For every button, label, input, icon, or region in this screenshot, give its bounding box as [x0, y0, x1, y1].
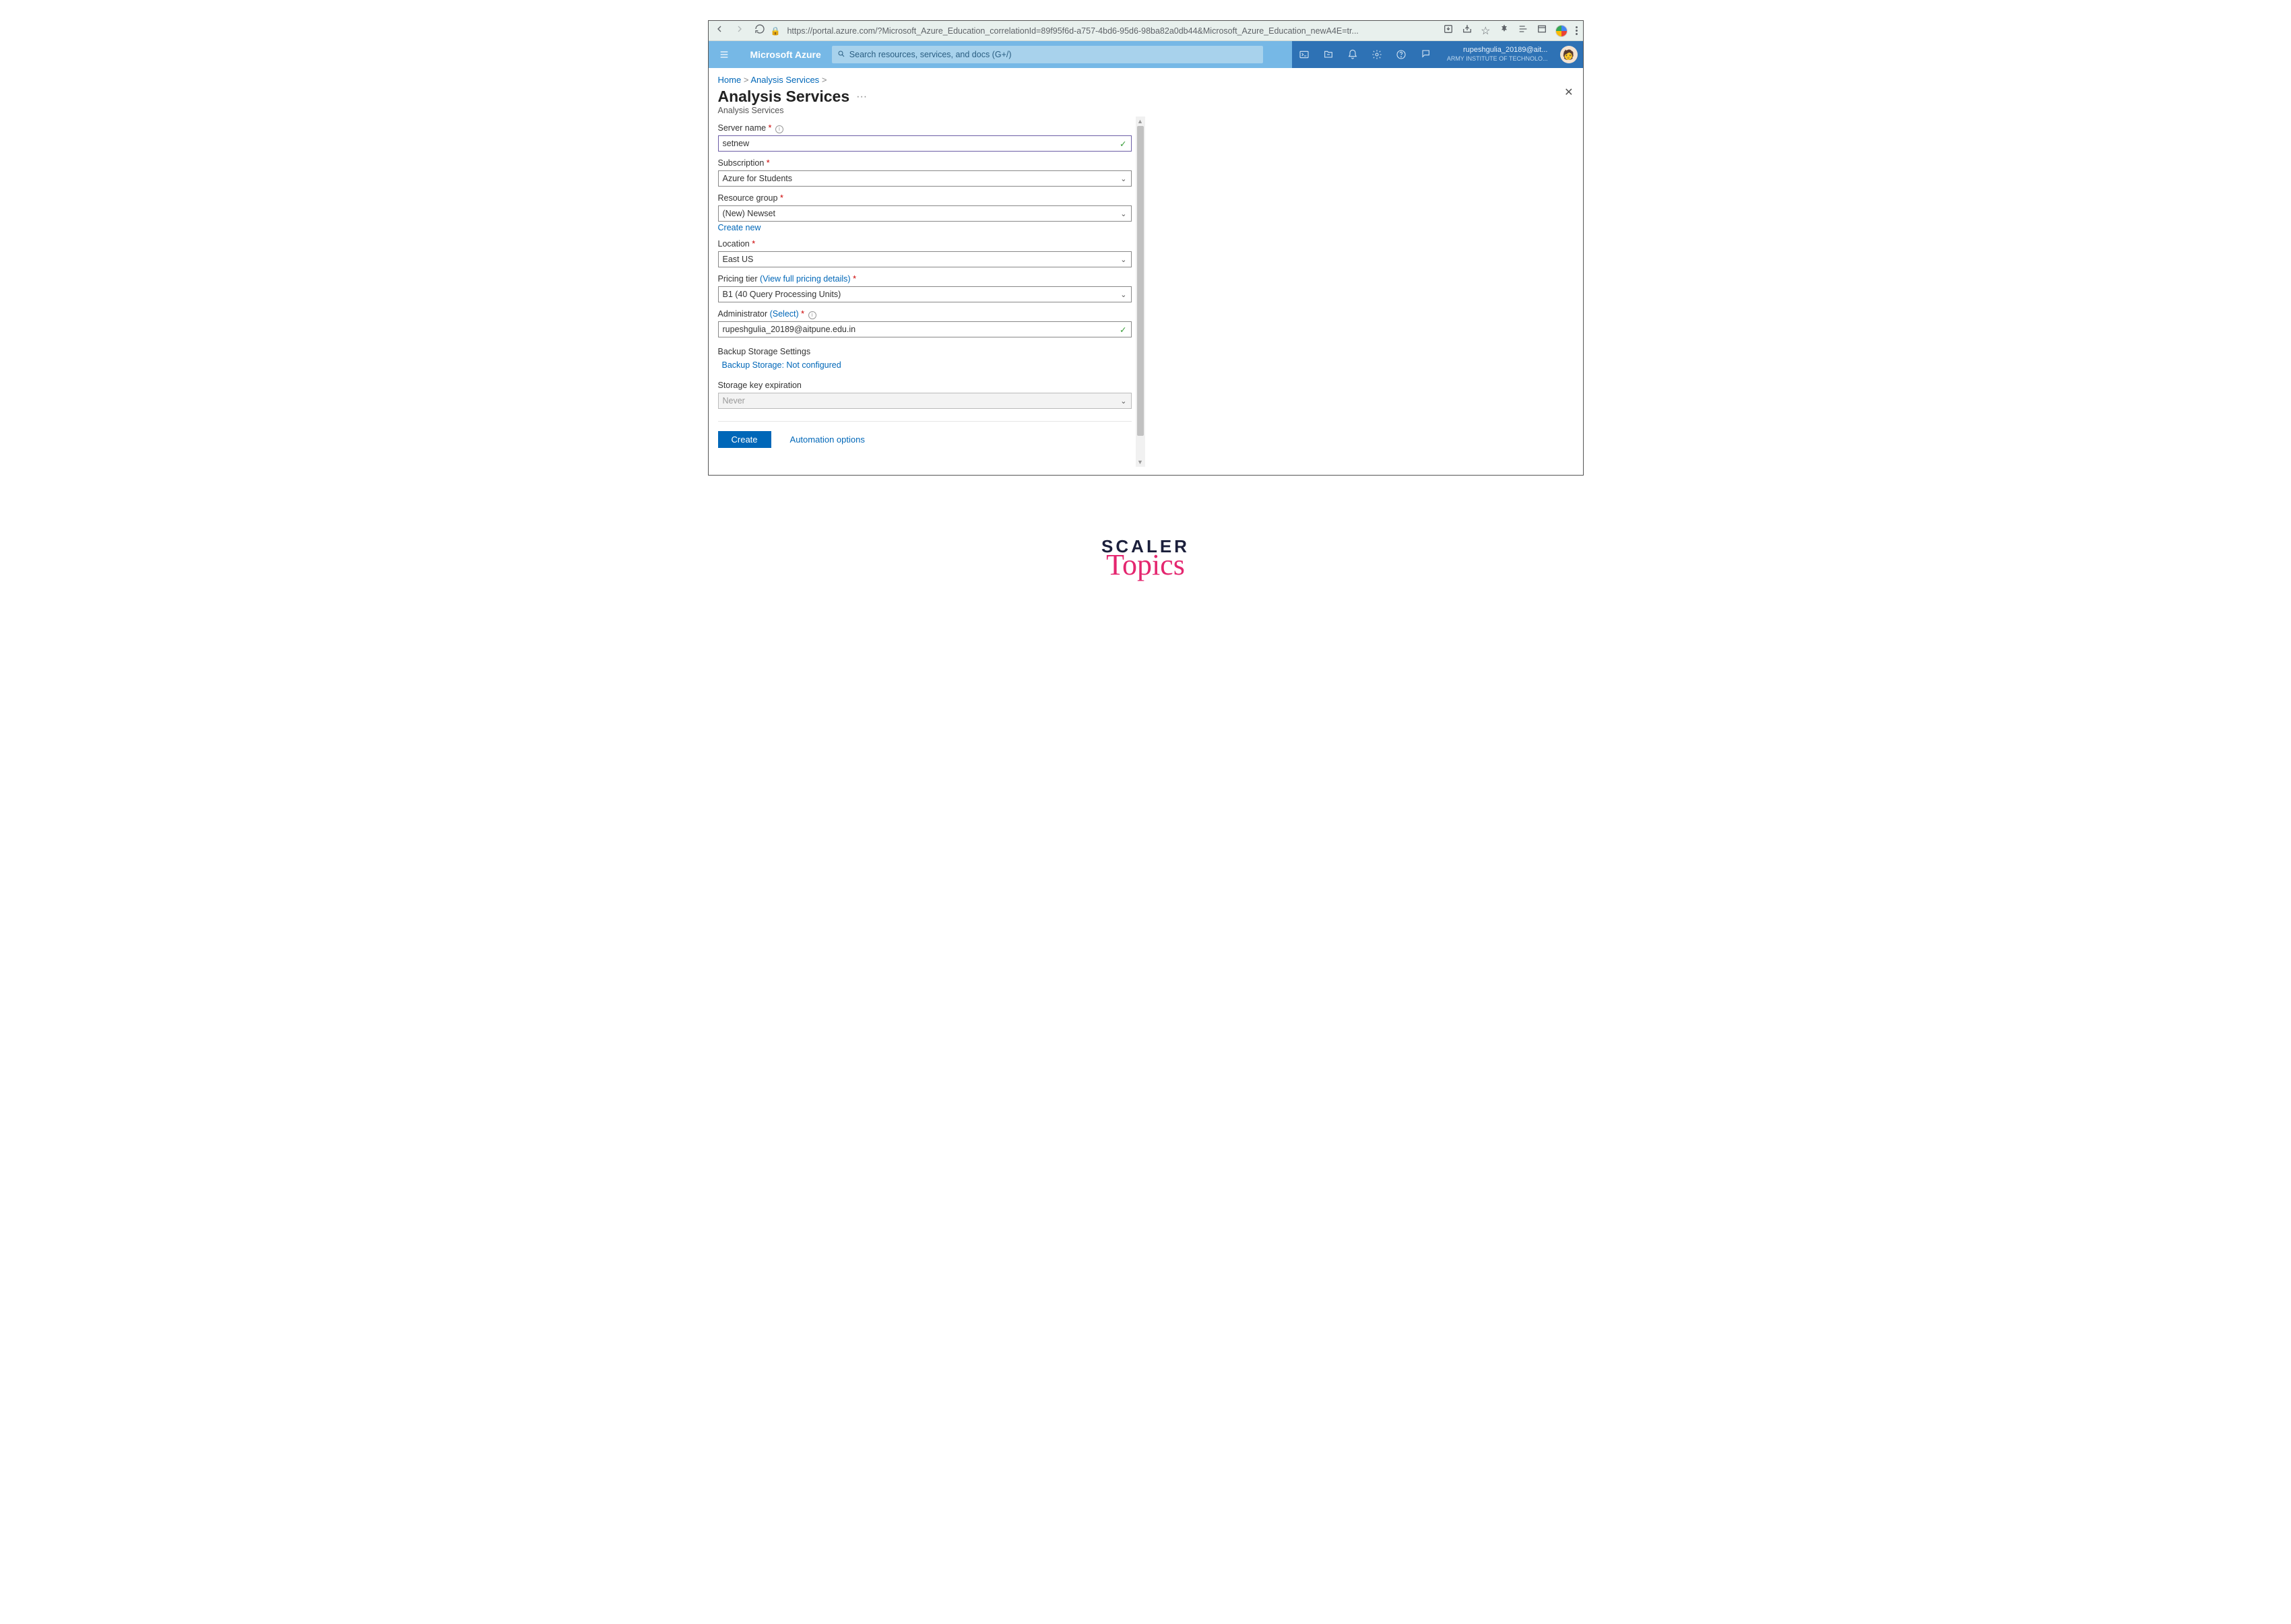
back-icon[interactable]: [714, 24, 725, 38]
location-label: Location *: [718, 239, 756, 249]
star-icon[interactable]: ☆: [1481, 24, 1490, 38]
scrollbar[interactable]: ▲ ▼: [1136, 117, 1145, 467]
resource-group-select[interactable]: (New) Newset ⌄: [718, 205, 1132, 222]
install-icon[interactable]: [1443, 24, 1454, 38]
more-icon[interactable]: ···: [856, 91, 867, 103]
location-value: East US: [723, 255, 754, 264]
backup-status-link[interactable]: Backup Storage: Not configured: [722, 360, 1132, 370]
breadcrumb: Home > Analysis Services >: [718, 75, 1574, 85]
breadcrumb-service[interactable]: Analysis Services: [750, 75, 819, 85]
info-icon[interactable]: i: [775, 125, 783, 133]
hamburger-icon[interactable]: [709, 41, 740, 68]
pricing-details-link[interactable]: (View full pricing details): [760, 274, 851, 284]
profile-icon[interactable]: [1555, 25, 1568, 37]
forward-icon[interactable]: [734, 24, 745, 38]
breadcrumb-home[interactable]: Home: [718, 75, 742, 85]
admin-select-link[interactable]: (Select): [770, 309, 799, 319]
pricing-tier-select[interactable]: B1 (40 Query Processing Units) ⌄: [718, 286, 1132, 302]
search-icon: [837, 50, 845, 60]
pricing-tier-label: Pricing tier (View full pricing details)…: [718, 274, 856, 284]
chevron-down-icon: ⌄: [1120, 397, 1126, 405]
brand-label[interactable]: Microsoft Azure: [740, 49, 832, 60]
help-icon[interactable]: [1389, 41, 1413, 68]
scroll-down-icon[interactable]: ▼: [1136, 457, 1145, 467]
scroll-thumb[interactable]: [1137, 126, 1144, 436]
extensions-icon[interactable]: [1499, 24, 1510, 38]
menu-icon[interactable]: [1576, 26, 1578, 35]
administrator-input[interactable]: rupeshgulia_20189@aitpune.edu.in ✓: [718, 321, 1132, 337]
account-email: rupeshgulia_20189@ait...: [1447, 46, 1548, 55]
server-name-input[interactable]: setnew ✓: [718, 135, 1132, 152]
subscription-value: Azure for Students: [723, 174, 793, 183]
chevron-down-icon: ⌄: [1120, 255, 1126, 264]
chevron-down-icon: ⌄: [1120, 174, 1126, 183]
create-button[interactable]: Create: [718, 431, 771, 448]
feedback-icon[interactable]: [1413, 41, 1438, 68]
topics-label: Topics: [1101, 550, 1190, 580]
administrator-label: Administrator (Select) * i: [718, 309, 816, 319]
cloudshell-icon[interactable]: [1292, 41, 1316, 68]
storage-key-exp-label: Storage key expiration: [718, 381, 802, 390]
server-name-label: Server name * i: [718, 123, 783, 133]
check-icon: ✓: [1120, 139, 1126, 149]
check-icon: ✓: [1120, 325, 1126, 335]
subscription-label: Subscription *: [718, 158, 770, 168]
account-tenant: ARMY INSTITUTE OF TECHNOLO...: [1447, 55, 1548, 63]
storage-key-exp-select: Never ⌄: [718, 393, 1132, 409]
close-icon[interactable]: ✕: [1564, 86, 1573, 99]
info-icon[interactable]: i: [808, 311, 816, 319]
directory-icon[interactable]: [1316, 41, 1341, 68]
resource-group-label: Resource group *: [718, 193, 783, 203]
avatar[interactable]: 🧑: [1560, 46, 1578, 63]
azure-header: Microsoft Azure Search resources, servic…: [709, 41, 1583, 68]
chevron-down-icon: ⌄: [1120, 290, 1126, 299]
settings-icon[interactable]: [1365, 41, 1389, 68]
scroll-up-icon[interactable]: ▲: [1136, 117, 1145, 126]
sidepanel-icon[interactable]: [1518, 24, 1528, 38]
global-search[interactable]: Search resources, services, and docs (G+…: [832, 46, 1263, 63]
search-placeholder: Search resources, services, and docs (G+…: [849, 50, 1012, 59]
browser-toolbar: 🔒 https://portal.azure.com/?Microsoft_Az…: [709, 21, 1583, 41]
resource-group-value: (New) Newset: [723, 209, 776, 218]
administrator-value: rupeshgulia_20189@aitpune.edu.in: [723, 325, 856, 334]
create-new-rg-link[interactable]: Create new: [718, 223, 1132, 232]
address-bar[interactable]: https://portal.azure.com/?Microsoft_Azur…: [787, 26, 1358, 36]
window-icon[interactable]: [1537, 24, 1547, 38]
page-subtitle: Analysis Services: [718, 106, 1574, 115]
subscription-select[interactable]: Azure for Students ⌄: [718, 170, 1132, 187]
share-icon[interactable]: [1462, 24, 1473, 38]
lock-icon: 🔒: [771, 26, 781, 36]
scaler-topics-badge: SCALER Topics: [1101, 536, 1190, 580]
backup-heading: Backup Storage Settings: [718, 347, 1132, 356]
notifications-icon[interactable]: [1341, 41, 1365, 68]
server-name-value: setnew: [723, 139, 750, 148]
storage-key-exp-value: Never: [723, 396, 745, 405]
reload-icon[interactable]: [754, 24, 765, 38]
page-title: Analysis Services: [718, 88, 850, 106]
automation-options-link[interactable]: Automation options: [790, 434, 865, 445]
chevron-down-icon: ⌄: [1120, 209, 1126, 218]
location-select[interactable]: East US ⌄: [718, 251, 1132, 267]
pricing-tier-value: B1 (40 Query Processing Units): [723, 290, 841, 299]
account-block[interactable]: rupeshgulia_20189@ait... ARMY INSTITUTE …: [1438, 46, 1555, 63]
